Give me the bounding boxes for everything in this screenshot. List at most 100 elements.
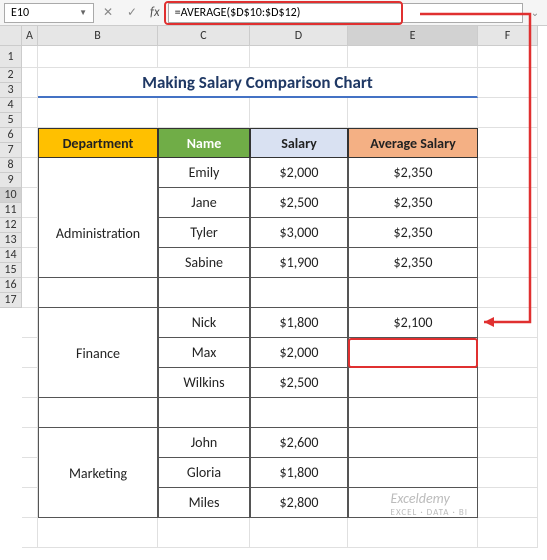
cell[interactable] bbox=[478, 338, 538, 368]
cell[interactable] bbox=[478, 308, 538, 338]
cell[interactable] bbox=[478, 428, 538, 458]
cell[interactable] bbox=[38, 188, 158, 218]
cell-avg[interactable] bbox=[348, 428, 478, 458]
cell[interactable] bbox=[250, 98, 348, 128]
cell-avg[interactable]: $2,350 bbox=[348, 248, 478, 278]
col-header-C[interactable]: C bbox=[158, 26, 250, 46]
cell-salary[interactable]: $2,000 bbox=[250, 338, 348, 368]
cell[interactable] bbox=[478, 518, 538, 548]
cell[interactable] bbox=[348, 398, 478, 428]
confirm-icon[interactable]: ✓ bbox=[122, 3, 142, 23]
cell-avg[interactable] bbox=[348, 338, 478, 368]
cell[interactable] bbox=[38, 518, 158, 548]
cell[interactable] bbox=[38, 428, 158, 458]
cell-salary[interactable]: $2,500 bbox=[250, 188, 348, 218]
expand-formula-icon[interactable]: ⌄ bbox=[527, 3, 543, 23]
row-header-10[interactable]: 10 bbox=[0, 188, 22, 203]
header-department[interactable]: Department bbox=[38, 128, 158, 158]
cell[interactable] bbox=[478, 398, 538, 428]
cell[interactable] bbox=[478, 128, 538, 158]
cell[interactable] bbox=[22, 98, 38, 128]
row-header-2[interactable]: 2 bbox=[0, 68, 22, 83]
cell[interactable] bbox=[22, 218, 38, 248]
cell-salary[interactable]: $2,000 bbox=[250, 158, 348, 188]
cell-dept[interactable]: Administration bbox=[38, 218, 158, 248]
cell-avg-selected[interactable]: $2,100 bbox=[348, 308, 478, 338]
cell[interactable] bbox=[478, 278, 538, 308]
cell-name[interactable]: Sabine bbox=[158, 248, 250, 278]
cell-salary[interactable]: $1,800 bbox=[250, 308, 348, 338]
cell[interactable] bbox=[478, 218, 538, 248]
cell-name[interactable]: Tyler bbox=[158, 218, 250, 248]
cell[interactable] bbox=[478, 248, 538, 278]
cell[interactable] bbox=[38, 46, 158, 68]
row-header-16[interactable]: 16 bbox=[0, 278, 22, 293]
formula-input[interactable]: =AVERAGE($D$10:$D$12) bbox=[168, 3, 523, 23]
cell-avg[interactable] bbox=[348, 368, 478, 398]
cell-salary[interactable]: $1,900 bbox=[250, 248, 348, 278]
cell[interactable] bbox=[478, 488, 538, 518]
cell-avg[interactable]: $2,350 bbox=[348, 158, 478, 188]
cell-dept[interactable]: Finance bbox=[38, 338, 158, 368]
cell-salary[interactable]: $2,800 bbox=[250, 488, 348, 518]
cell-salary[interactable]: $3,000 bbox=[250, 218, 348, 248]
cell[interactable] bbox=[22, 248, 38, 278]
header-salary[interactable]: Salary bbox=[250, 128, 348, 158]
cell[interactable] bbox=[250, 518, 348, 548]
cell[interactable] bbox=[38, 308, 158, 338]
cell-name[interactable]: John bbox=[158, 428, 250, 458]
cell-name[interactable]: Max bbox=[158, 338, 250, 368]
cell-avg[interactable]: $2,350 bbox=[348, 188, 478, 218]
cell[interactable] bbox=[22, 308, 38, 338]
cell[interactable] bbox=[22, 458, 38, 488]
row-header-12[interactable]: 12 bbox=[0, 218, 22, 233]
name-box[interactable]: E10 ▼ bbox=[4, 3, 94, 23]
cell-name[interactable]: Wilkins bbox=[158, 368, 250, 398]
cell[interactable] bbox=[158, 518, 250, 548]
cell[interactable] bbox=[478, 368, 538, 398]
cell-avg[interactable] bbox=[348, 458, 478, 488]
spreadsheet-grid[interactable]: Making Salary Comparison Chart Departmen… bbox=[22, 46, 538, 548]
cell-name[interactable]: Miles bbox=[158, 488, 250, 518]
cell[interactable] bbox=[478, 98, 538, 128]
header-name[interactable]: Name bbox=[158, 128, 250, 158]
row-header-3[interactable]: 3 bbox=[0, 83, 22, 98]
cell-avg[interactable]: $2,350 bbox=[348, 218, 478, 248]
page-title[interactable]: Making Salary Comparison Chart bbox=[38, 68, 478, 98]
cell-name[interactable]: Emily bbox=[158, 158, 250, 188]
row-header-15[interactable]: 15 bbox=[0, 263, 22, 278]
cell[interactable] bbox=[158, 278, 250, 308]
cell[interactable] bbox=[38, 398, 158, 428]
cell-name[interactable]: Gloria bbox=[158, 458, 250, 488]
cell[interactable] bbox=[22, 368, 38, 398]
col-header-B[interactable]: B bbox=[38, 26, 158, 46]
cell[interactable] bbox=[478, 458, 538, 488]
cell[interactable] bbox=[250, 278, 348, 308]
cell[interactable] bbox=[22, 46, 38, 68]
cell[interactable] bbox=[478, 188, 538, 218]
row-header-14[interactable]: 14 bbox=[0, 248, 22, 263]
cell[interactable] bbox=[250, 398, 348, 428]
cell[interactable] bbox=[478, 158, 538, 188]
cell[interactable] bbox=[22, 338, 38, 368]
cell[interactable] bbox=[348, 518, 478, 548]
row-header-5[interactable]: 5 bbox=[0, 113, 22, 128]
cell[interactable] bbox=[22, 278, 38, 308]
cell[interactable] bbox=[22, 188, 38, 218]
cell[interactable] bbox=[348, 278, 478, 308]
cell-salary[interactable]: $2,500 bbox=[250, 368, 348, 398]
cell[interactable] bbox=[38, 488, 158, 518]
header-avg-salary[interactable]: Average Salary bbox=[348, 128, 478, 158]
col-header-E[interactable]: E bbox=[348, 26, 478, 46]
row-header-13[interactable]: 13 bbox=[0, 233, 22, 248]
cell-salary[interactable]: $2,600 bbox=[250, 428, 348, 458]
cell[interactable] bbox=[38, 98, 158, 128]
row-header-9[interactable]: 9 bbox=[0, 173, 22, 188]
row-header-17[interactable]: 17 bbox=[0, 293, 22, 308]
cell[interactable] bbox=[38, 278, 158, 308]
cell[interactable] bbox=[22, 428, 38, 458]
cell[interactable] bbox=[158, 46, 250, 68]
row-header-7[interactable]: 7 bbox=[0, 143, 22, 158]
col-header-D[interactable]: D bbox=[250, 26, 348, 46]
cell-salary[interactable]: $1,800 bbox=[250, 458, 348, 488]
